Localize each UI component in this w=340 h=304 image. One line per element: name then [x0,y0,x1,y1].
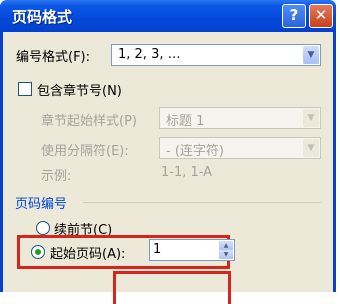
separator-label: 使用分隔符(E): [41,144,129,159]
radio-selected-dot [35,249,41,255]
number-format-label: 编号格式(F): [16,50,91,65]
include-chapter-checkbox[interactable] [18,82,32,96]
chevron-down-icon[interactable]: ▼ [303,109,319,127]
include-chapter-label[interactable]: 包含章节号(N) [37,80,122,99]
dialog-title: 页码格式 [12,8,73,26]
group-divider [83,202,321,203]
separator-value: - (连字符) [166,144,224,159]
number-format-value: 1, 2, 3, … [118,47,181,62]
close-button[interactable]: ✕ [309,4,333,28]
continue-radio[interactable] [36,221,50,235]
chapter-style-select[interactable]: 标题 1 ▼ [159,107,321,129]
start-at-value[interactable]: 1 [153,242,161,257]
chevron-down-icon[interactable]: ▼ [303,139,319,157]
dialog-body: 编号格式(F): 1, 2, 3, … ▼ 包含章节号(N) 章节起始样式(P)… [3,32,333,304]
help-button[interactable]: ? [282,4,306,28]
arrow-down-icon[interactable]: ▼ [219,250,233,259]
number-format-select[interactable]: 1, 2, 3, … ▼ [111,44,321,66]
page-numbering-group-title: 页码编号 [15,197,68,212]
start-at-spinner[interactable]: 1 ▲ ▼ [149,239,235,261]
chapter-style-label: 章节起始样式(P) [41,114,137,129]
separator-select[interactable]: - (连字符) ▼ [159,137,321,159]
start-at-radio[interactable] [31,245,45,259]
page-number-format-dialog: 页码格式 ? ✕ 编号格式(F): 1, 2, 3, … ▼ 包含章节号(N) … [0,0,336,304]
example-value: 1-1, 1-A [161,165,213,180]
chevron-down-icon[interactable]: ▼ [303,46,319,64]
example-label: 示例: [41,169,72,184]
start-at-label[interactable]: 起始页码(A): [50,243,125,262]
arrow-up-icon[interactable]: ▲ [219,241,233,250]
title-bar[interactable]: 页码格式 ? ✕ [0,0,336,32]
ok-highlight [113,271,231,304]
chapter-style-value: 标题 1 [166,114,205,129]
